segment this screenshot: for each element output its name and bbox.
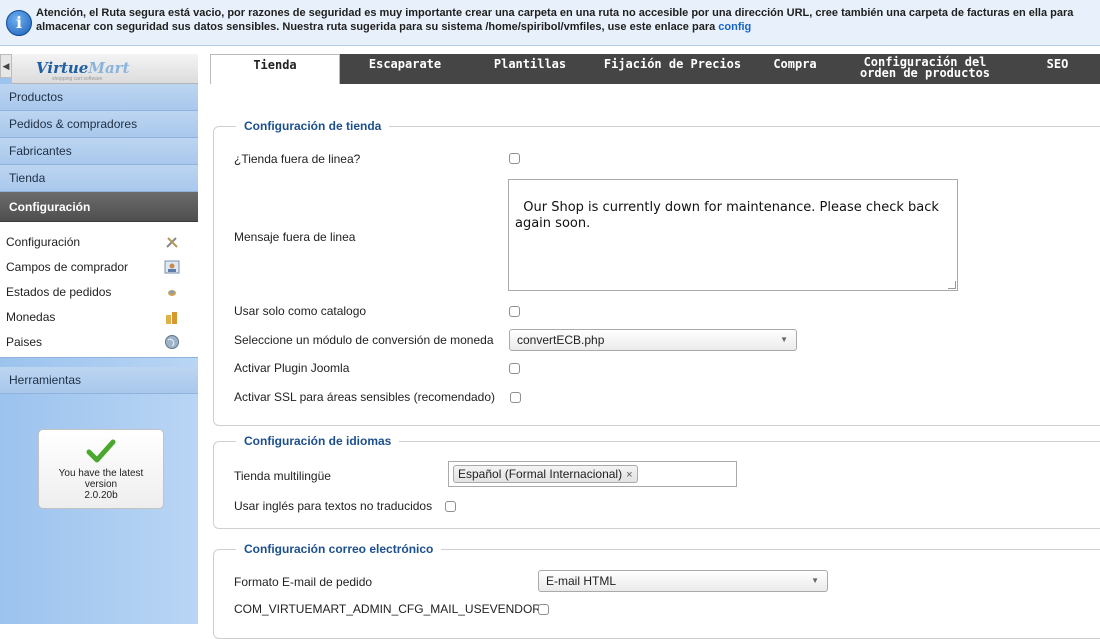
ssl-checkbox[interactable] bbox=[510, 392, 521, 403]
virtuemart-logo[interactable]: VirtueMart shopping cart software bbox=[12, 54, 198, 84]
sidebar-item-productos[interactable]: Productos bbox=[0, 84, 198, 111]
submenu-item-campos-comprador[interactable]: Campos de comprador bbox=[0, 255, 198, 280]
email-config-legend: Configuración correo electrónico bbox=[236, 541, 442, 557]
logo-text: VirtueMart bbox=[36, 59, 130, 77]
order-status-icon bbox=[164, 284, 180, 300]
sidebar-item-herramientas[interactable]: Herramientas bbox=[0, 367, 198, 394]
submenu-item-paises[interactable]: Paises bbox=[0, 330, 198, 355]
sidebar: VirtueMart shopping cart software Produc… bbox=[0, 54, 198, 624]
submenu-item-monedas[interactable]: Monedas bbox=[0, 305, 198, 330]
catalog-checkbox[interactable] bbox=[509, 306, 520, 317]
sidebar-item-tienda[interactable]: Tienda bbox=[0, 165, 198, 192]
notice-message: Atención, el Ruta segura está vacio, por… bbox=[36, 7, 1074, 33]
version-number: 2.0.20b bbox=[84, 490, 118, 501]
tab-tienda[interactable]: Tienda bbox=[210, 54, 340, 84]
offline-checkbox[interactable] bbox=[509, 153, 520, 164]
logo-tagline: shopping cart software bbox=[52, 76, 103, 82]
tools-icon bbox=[164, 234, 180, 250]
shop-config-legend: Configuración de tienda bbox=[236, 118, 390, 134]
usevendor-checkbox[interactable] bbox=[538, 604, 549, 615]
english-fallback-checkbox[interactable] bbox=[445, 501, 456, 512]
email-format-label: Formato E-mail de pedido bbox=[234, 575, 373, 589]
tab-compra[interactable]: Compra bbox=[755, 54, 835, 84]
tab-plantillas[interactable]: Plantillas bbox=[470, 54, 590, 84]
joomla-plugin-label: Activar Plugin Joomla bbox=[234, 361, 350, 375]
currency-module-label: Seleccione un módulo de conversión de mo… bbox=[234, 333, 494, 347]
coins-icon bbox=[164, 309, 180, 325]
ssl-label: Activar SSL para áreas sensibles (recome… bbox=[234, 390, 496, 404]
tab-seo[interactable]: SEO bbox=[1015, 54, 1100, 84]
version-line-1: You have the latest bbox=[58, 468, 144, 479]
language-config-legend: Configuración de idiomas bbox=[236, 433, 400, 449]
usevendor-label: COM_VIRTUEMART_ADMIN_CFG_MAIL_USEVENDOR bbox=[234, 602, 541, 616]
configuracion-submenu: Configuración Campos de comprador Estado… bbox=[0, 222, 198, 358]
offline-message-textarea[interactable]: Our Shop is currently down for maintenan… bbox=[508, 179, 958, 291]
sidebar-item-fabricantes[interactable]: Fabricantes bbox=[0, 138, 198, 165]
sidebar-item-pedidos[interactable]: Pedidos & compradores bbox=[0, 111, 198, 138]
currency-module-select[interactable]: convertECB.php ▼ bbox=[509, 329, 797, 351]
notice-text: Atención, el Ruta segura está vacio, por… bbox=[4, 6, 1094, 34]
tab-orden-productos[interactable]: Configuración del orden de productos bbox=[835, 54, 1015, 84]
chevron-down-icon: ▼ bbox=[811, 576, 819, 585]
submenu-item-estados-pedidos[interactable]: Estados de pedidos bbox=[0, 280, 198, 305]
language-multiselect[interactable]: Español (Formal Internacional) × bbox=[448, 461, 737, 487]
info-icon: i bbox=[6, 10, 32, 36]
version-line-2: version bbox=[84, 479, 118, 490]
multilingual-label: Tienda multilingüe bbox=[234, 469, 331, 483]
email-format-select[interactable]: E-mail HTML ▼ bbox=[538, 570, 828, 592]
english-fallback-label: Usar inglés para textos no traducidos bbox=[234, 499, 433, 513]
config-link[interactable]: config bbox=[718, 21, 751, 33]
tab-escaparate[interactable]: Escaparate bbox=[340, 54, 470, 84]
joomla-plugin-checkbox[interactable] bbox=[509, 363, 520, 374]
globe-icon bbox=[164, 334, 180, 350]
check-icon bbox=[86, 439, 116, 463]
remove-chip-icon[interactable]: × bbox=[626, 469, 632, 481]
collapse-sidebar-button[interactable]: ◀ bbox=[0, 54, 12, 78]
config-tabs: Tienda Escaparate Plantillas Fijación de… bbox=[210, 54, 1100, 84]
resize-grip-icon[interactable] bbox=[948, 281, 956, 289]
offline-message-label: Mensaje fuera de linea bbox=[234, 230, 356, 244]
email-config-fieldset: Configuración correo electrónico bbox=[213, 541, 1100, 639]
chevron-down-icon: ▼ bbox=[780, 335, 788, 344]
system-notice: i Atención, el Ruta segura está vacio, p… bbox=[0, 0, 1100, 46]
sidebar-item-configuracion[interactable]: Configuración bbox=[0, 192, 198, 222]
version-status-box: You have the latest version 2.0.20b bbox=[38, 429, 164, 509]
user-form-icon bbox=[164, 259, 180, 275]
tab-fijacion-precios[interactable]: Fijación de Precios bbox=[590, 54, 755, 84]
catalog-label: Usar solo como catalogo bbox=[234, 304, 367, 318]
offline-label: ¿Tienda fuera de linea? bbox=[234, 152, 361, 166]
language-chip: Español (Formal Internacional) × bbox=[453, 465, 638, 483]
submenu-item-configuracion[interactable]: Configuración bbox=[0, 230, 198, 255]
